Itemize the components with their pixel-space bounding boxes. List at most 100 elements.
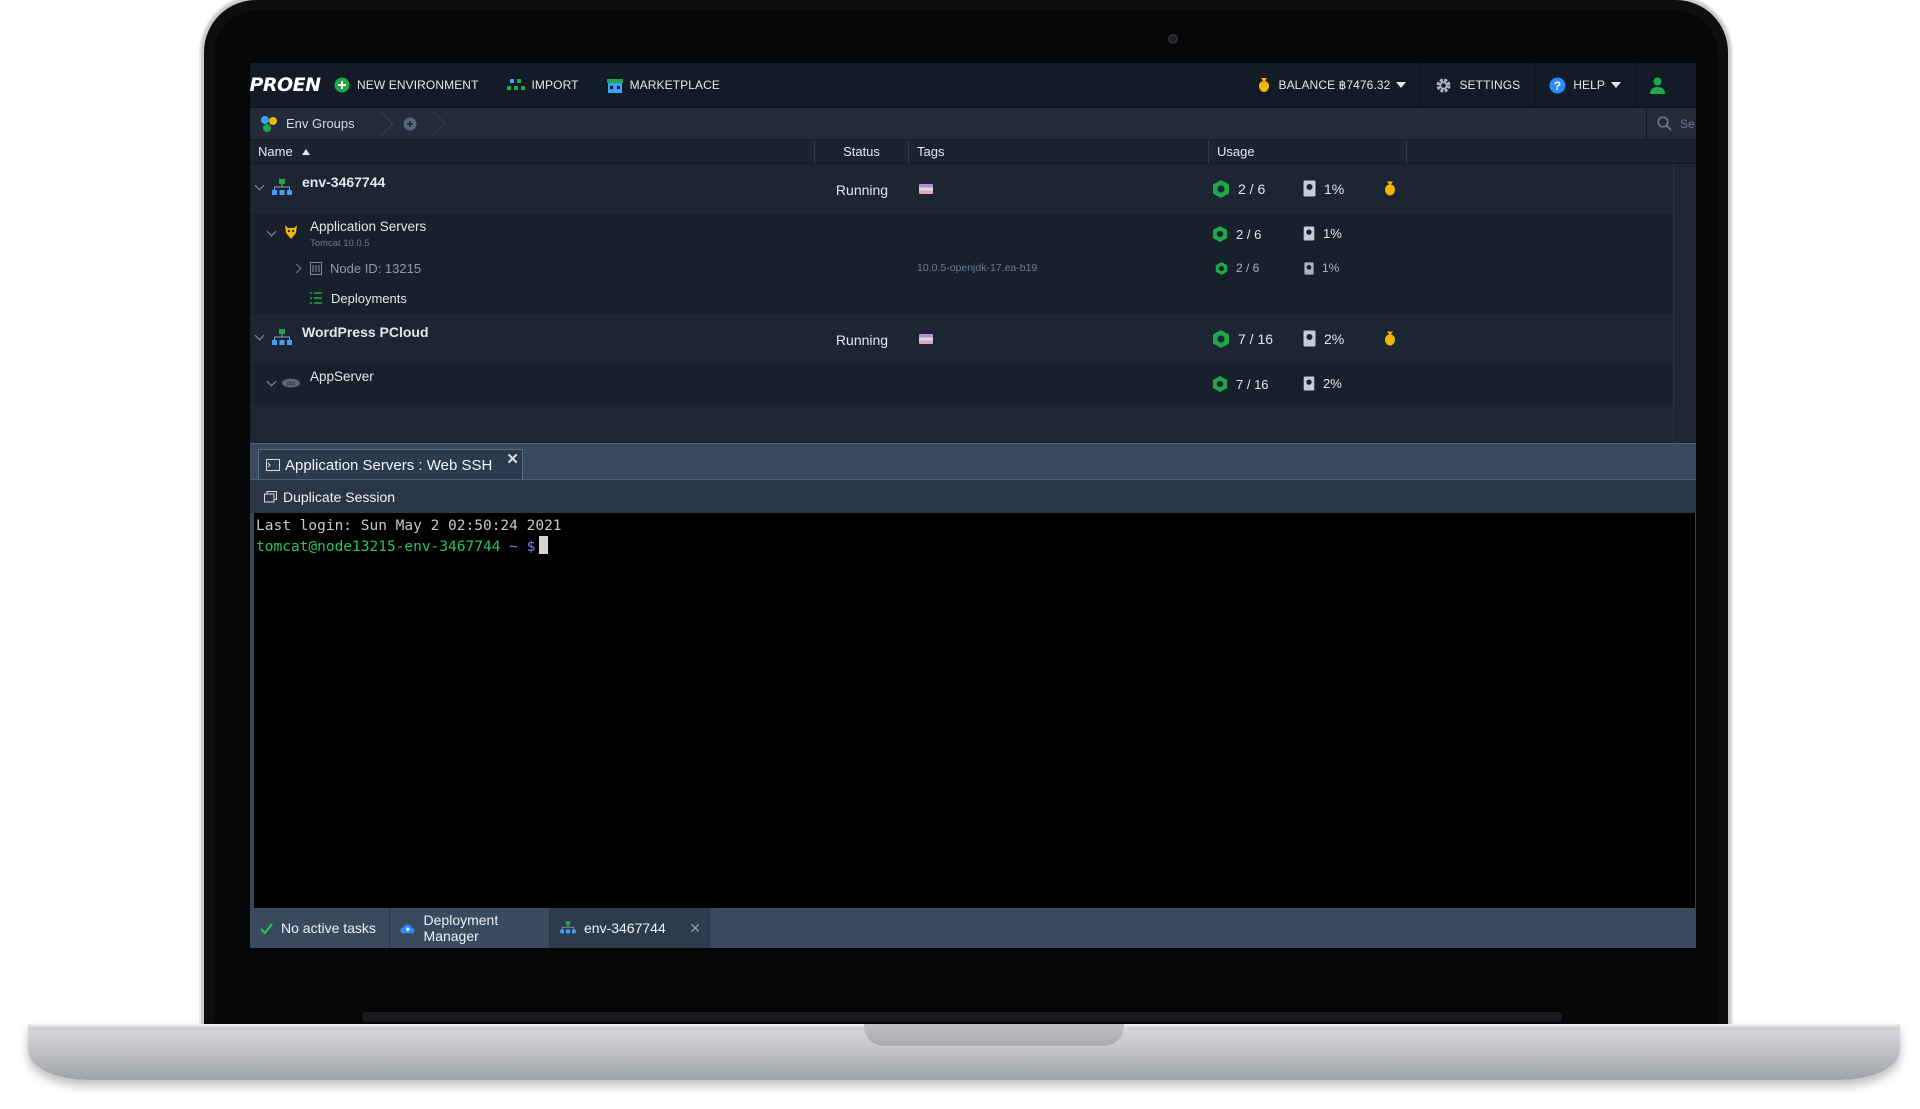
top-toolbar: PROEN NEW ENVIRONMENT IMPORT MARKETPLACE (250, 63, 1696, 108)
money-bag-icon (1257, 77, 1271, 93)
column-header-status[interactable]: Status (815, 140, 909, 164)
import-icon (506, 78, 525, 92)
balance-label: BALANCE ฿7476.32 (1278, 78, 1391, 92)
environment-icon (560, 921, 576, 934)
duplicate-session-button[interactable]: Duplicate Session (264, 489, 395, 505)
chevron-down-icon (1396, 82, 1407, 88)
table-row[interactable]: Node ID: 13215 10.0.5-openjdk-17.ea-b19 … (250, 254, 1673, 284)
node-id[interactable]: Node ID: 13215 (330, 261, 421, 276)
money-bag-icon[interactable] (1383, 330, 1397, 347)
disk-icon (1304, 261, 1314, 275)
tag-color-icon[interactable] (919, 334, 933, 344)
breadcrumb-separator (377, 108, 391, 140)
table-row[interactable]: env-3467744 Running 2 / 6 1% (250, 164, 1673, 214)
chevron-down-icon (1611, 82, 1621, 88)
tasks-label: No active tasks (281, 920, 376, 936)
help-icon: ? (1549, 77, 1566, 94)
node-group-name[interactable]: Application Servers (310, 219, 426, 234)
laptop-frame: PROEN NEW ENVIRONMENT IMPORT MARKETPLACE (0, 0, 1920, 1109)
node-icon (310, 262, 322, 275)
table-row[interactable]: php AppServer 7 / 16 2% (250, 364, 1673, 404)
deployment-manager-tab[interactable]: Deployment Manager (390, 908, 550, 948)
user-account-button[interactable] (1636, 63, 1696, 108)
close-icon[interactable]: ✕ (506, 450, 519, 468)
search-input[interactable]: Se (1646, 107, 1696, 140)
column-header-tags[interactable]: Tags (909, 140, 1209, 164)
chevron-down-icon[interactable] (254, 330, 265, 341)
cloudlet-value: 7 / 16 (1236, 376, 1269, 392)
chevron-down-icon[interactable] (266, 226, 277, 237)
scrollbar[interactable] (1673, 164, 1696, 443)
laptop-base (28, 1024, 1900, 1080)
env-tab-label: env-3467744 (584, 920, 666, 936)
status-bar: No active tasks Deployment Manager env-3… (250, 908, 1696, 948)
disk-usage: 1% (1304, 261, 1339, 275)
chevron-down-icon[interactable] (266, 376, 277, 387)
column-status-label: Status (843, 144, 880, 159)
duplicate-icon (264, 490, 277, 502)
logo[interactable]: PROEN (250, 63, 321, 108)
cloudlet-usage: 7 / 16 (1212, 330, 1273, 348)
ssh-toolbar: Duplicate Session (250, 479, 1696, 513)
env-groups-crumb[interactable]: Env Groups (250, 108, 365, 140)
env-name[interactable]: env-3467744 (302, 174, 385, 190)
new-environment-label: NEW ENVIRONMENT (357, 78, 479, 92)
tab-web-ssh[interactable]: Application Servers : Web SSH ✕ (258, 449, 523, 480)
cloudlet-value: 2 / 6 (1236, 261, 1260, 275)
disk-value: 1% (1322, 261, 1340, 275)
terminal-prompt-line: tomcat@node13215-env-3467744 ~ $ (256, 536, 1693, 557)
base-notch (864, 1024, 1124, 1046)
terminal-prompt-tail: ~ $ (500, 539, 536, 555)
cloudlet-usage: 2 / 6 (1215, 261, 1259, 275)
logo-text: PROEN (250, 74, 321, 96)
help-label: HELP (1573, 78, 1605, 92)
cloudlet-usage: 2 / 6 (1212, 180, 1265, 198)
cloudlet-value: 7 / 16 (1238, 331, 1274, 347)
tag-color-icon[interactable] (919, 184, 933, 194)
new-environment-button[interactable]: NEW ENVIRONMENT (320, 63, 493, 108)
status-text: Running (835, 182, 889, 198)
node-tag-version: 10.0.5-openjdk-17.ea-b19 (917, 262, 1038, 274)
disk-value: 2% (1324, 330, 1345, 347)
settings-button[interactable]: SETTINGS (1421, 63, 1534, 108)
tasks-status[interactable]: No active tasks (250, 908, 390, 948)
environment-icon (272, 179, 292, 195)
camera-icon (1168, 34, 1178, 44)
settings-label: SETTINGS (1459, 78, 1521, 92)
cloudlet-icon (1212, 376, 1228, 392)
table-header: Name Status Tags Usage (250, 140, 1696, 164)
chevron-right-icon[interactable] (291, 263, 302, 274)
column-usage-label: Usage (1217, 144, 1255, 159)
import-button[interactable]: IMPORT (493, 63, 593, 108)
money-bag-icon[interactable] (1383, 180, 1397, 197)
import-label: IMPORT (531, 78, 579, 92)
terminal[interactable]: Last login: Sun May 2 02:50:24 2021 tomc… (250, 513, 1696, 908)
ssh-tab-bar: Application Servers : Web SSH ✕ (250, 443, 1696, 480)
terminal-prompt-user: tomcat@node13215-env-3467744 (256, 539, 501, 555)
table-row[interactable]: WordPress PCloud Running 7 / 16 2% (250, 314, 1673, 364)
column-header-usage[interactable]: Usage (1209, 140, 1407, 164)
close-icon[interactable]: ✕ (689, 920, 701, 937)
column-header-name[interactable]: Name (250, 140, 815, 164)
search-placeholder: Se (1680, 116, 1695, 131)
table-row[interactable]: Application Servers Tomcat 10.0.5 2 / 6 … (250, 214, 1673, 254)
php-icon: php (282, 378, 300, 388)
tomcat-icon (285, 225, 297, 239)
marketplace-button[interactable]: MARKETPLACE (593, 63, 734, 108)
disk-value: 2% (1323, 376, 1342, 391)
help-button[interactable]: ? HELP (1535, 63, 1635, 108)
deployments-label[interactable]: Deployments (331, 291, 407, 306)
env-groups-label: Env Groups (286, 116, 355, 131)
disk-usage: 2% (1303, 330, 1344, 347)
plus-circle-icon (334, 77, 350, 93)
stack-version: Tomcat 10.0.5 (310, 238, 370, 249)
env-task-tab[interactable]: env-3467744 ✕ (550, 908, 710, 948)
cloudlet-icon (1213, 180, 1229, 198)
chevron-down-icon[interactable] (254, 180, 265, 191)
disk-icon (1303, 180, 1316, 197)
table-row[interactable]: Deployments (250, 284, 1673, 314)
node-group-name[interactable]: AppServer (310, 369, 374, 384)
cloud-upload-icon (400, 924, 415, 933)
balance-button[interactable]: BALANCE ฿7476.32 (1243, 63, 1420, 108)
env-name[interactable]: WordPress PCloud (302, 324, 429, 340)
